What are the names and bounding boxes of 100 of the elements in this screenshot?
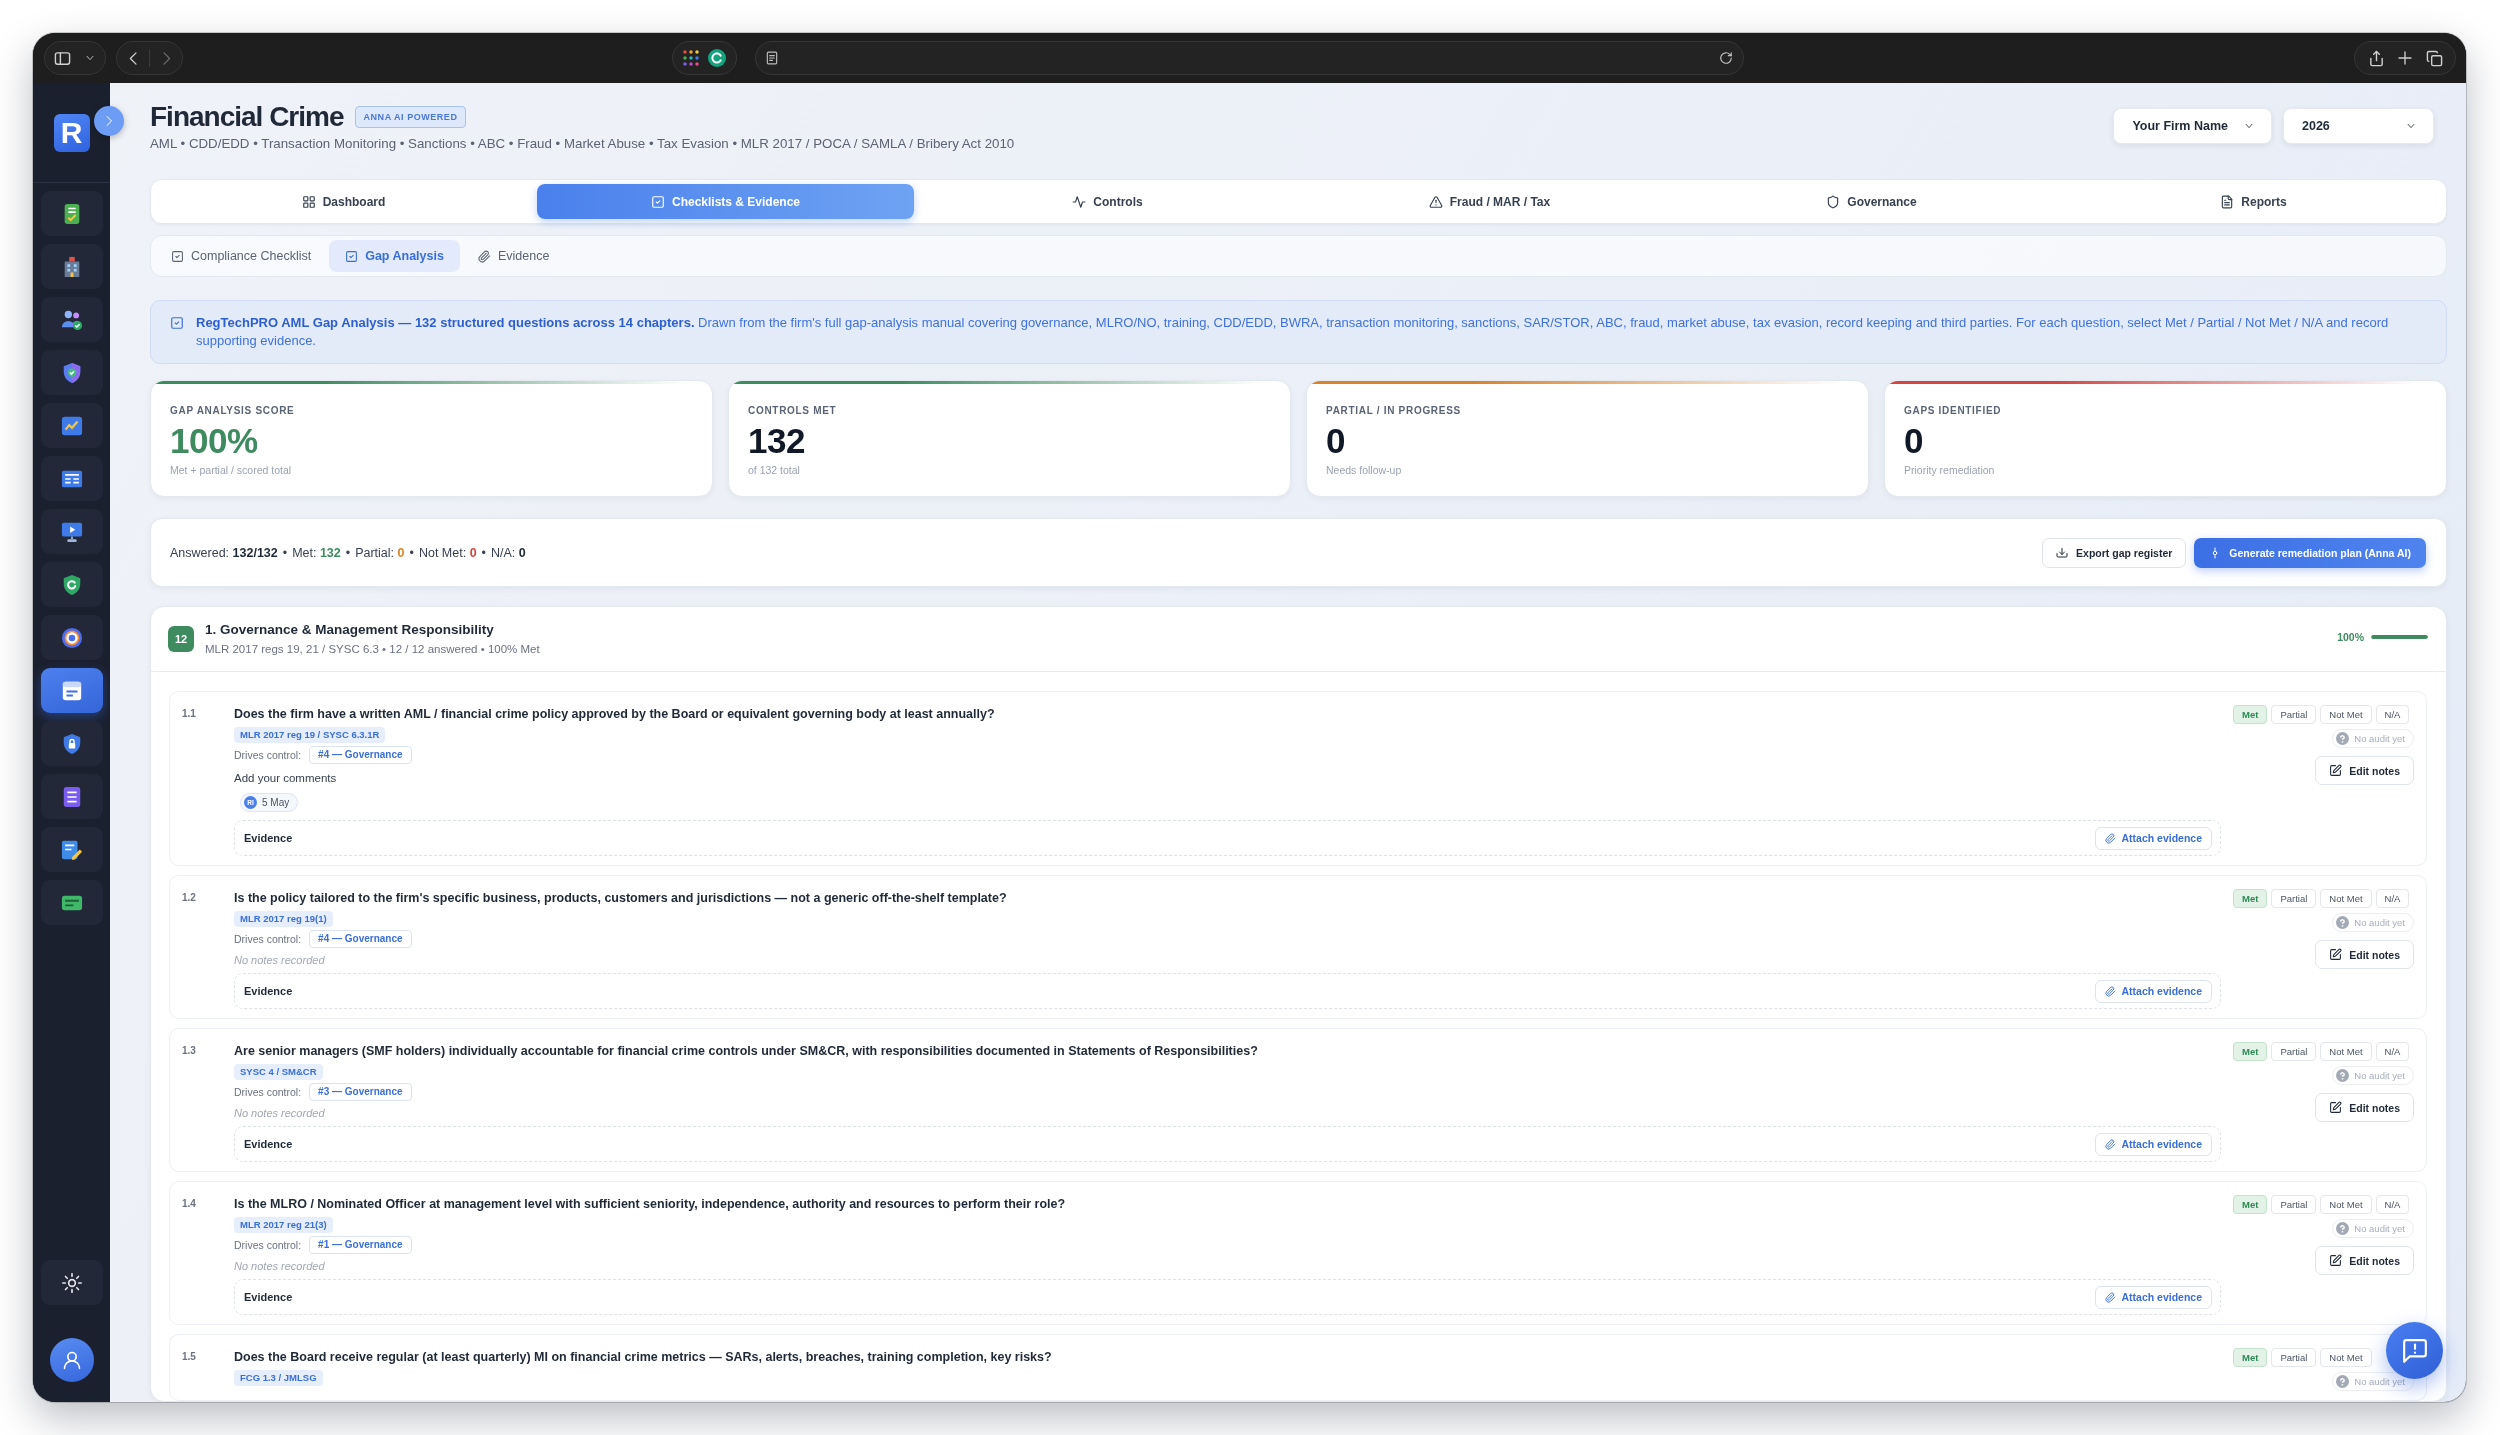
- comments-label[interactable]: Add your comments: [234, 770, 337, 787]
- control-tag[interactable]: #1 — Governance: [309, 1236, 412, 1254]
- app-grid-icon[interactable]: [682, 50, 699, 66]
- no-notes-text: No notes recorded: [234, 1106, 325, 1121]
- sidebar-item[interactable]: [40, 880, 103, 925]
- status-option[interactable]: N/A: [2375, 705, 2410, 724]
- attach-evidence-button[interactable]: Attach evidence: [2095, 979, 2212, 1003]
- status-option[interactable]: Met: [2233, 1348, 2268, 1367]
- chapter-count-badge: 12: [168, 626, 194, 652]
- no-notes-text: No notes recorded: [234, 953, 325, 968]
- app-logo[interactable]: R: [53, 114, 90, 152]
- no-notes-text: No notes recorded: [234, 1259, 325, 1274]
- stat-label: GAP ANALYSIS SCORE: [170, 404, 296, 418]
- form-icon: [60, 679, 83, 702]
- question-number: 1.5: [182, 1350, 197, 1364]
- plus-icon[interactable]: [2397, 50, 2413, 66]
- paperclip-icon: [2105, 1291, 2117, 1303]
- nav-tab[interactable]: Fraud / MAR / Tax: [1301, 184, 1678, 219]
- shield-icon: [1826, 194, 1841, 209]
- sidebar-item[interactable]: [40, 668, 103, 713]
- edit-notes-button[interactable]: Edit notes: [2315, 940, 2414, 969]
- chevron-down-icon[interactable]: [85, 53, 95, 63]
- audit-status: No audit yet: [2354, 1223, 2405, 1234]
- status-option[interactable]: N/A: [2375, 1195, 2410, 1214]
- audit-status: No audit yet: [2354, 1376, 2405, 1387]
- nav-tab[interactable]: Governance: [1683, 184, 2060, 219]
- status-option[interactable]: Met: [2233, 1195, 2268, 1214]
- status-option[interactable]: Not Met: [2320, 1042, 2372, 1061]
- help-icon: [2336, 916, 2350, 929]
- status-option[interactable]: Partial: [2271, 1195, 2317, 1214]
- nav-tab[interactable]: Dashboard: [155, 184, 532, 219]
- status-option[interactable]: Partial: [2271, 889, 2317, 908]
- status-option[interactable]: Not Met: [2320, 705, 2372, 724]
- checkbox-icon: [171, 249, 184, 263]
- action-button[interactable]: Generate remediation plan (Anna AI): [2194, 537, 2426, 568]
- sidebar-item[interactable]: [40, 562, 103, 607]
- user-icon: [61, 1350, 82, 1370]
- edit-notes-button[interactable]: Edit notes: [2315, 1093, 2414, 1122]
- theme-toggle-button[interactable]: [40, 1260, 103, 1305]
- status-option[interactable]: Partial: [2271, 1348, 2317, 1367]
- sidebar-item[interactable]: [40, 615, 103, 660]
- ring-logo-icon[interactable]: [708, 49, 727, 67]
- stat-value: 100%: [170, 421, 259, 461]
- monitor-icon: [60, 520, 83, 543]
- question-text: Does the Board receive regular (at least quarterly) MI on financial crime metrics — SARs, alerts, breaches, training completion, key risks?: [234, 1349, 1052, 1366]
- status-option[interactable]: Met: [2233, 705, 2268, 724]
- summary-text: Answered: 132/132 • Met: 132 • Partial: 0 • Not Met: 0 • N/A: 0: [170, 545, 526, 560]
- status-option[interactable]: Not Met: [2320, 1195, 2372, 1214]
- control-tag[interactable]: #4 — Governance: [309, 746, 412, 764]
- reader-icon[interactable]: [765, 51, 779, 65]
- stat-note: Priority remediation: [1904, 463, 1996, 478]
- share-icon[interactable]: [2367, 49, 2385, 67]
- status-option[interactable]: Met: [2233, 1042, 2268, 1061]
- control-tag[interactable]: #3 — Governance: [309, 1083, 412, 1101]
- nav-tab[interactable]: Reports: [2065, 184, 2442, 219]
- edit-notes-button[interactable]: Edit notes: [2315, 1246, 2414, 1275]
- sidebar-item[interactable]: [40, 191, 103, 236]
- control-tag[interactable]: #4 — Governance: [309, 930, 412, 948]
- stat-note: of 132 total: [748, 463, 801, 478]
- stat-value: 0: [1326, 421, 1346, 461]
- dropdown[interactable]: 2026: [2283, 108, 2434, 144]
- stat-note: Met + partial / scored total: [170, 463, 293, 478]
- nav-tab[interactable]: Controls: [919, 184, 1296, 219]
- question-number: 1.1: [182, 707, 197, 721]
- sub-tab[interactable]: Gap Analysis: [329, 240, 460, 272]
- sub-tab[interactable]: Evidence: [461, 240, 566, 272]
- sidebar-item[interactable]: [40, 721, 103, 766]
- status-option[interactable]: Partial: [2271, 1042, 2317, 1061]
- edit-icon: [2329, 764, 2343, 777]
- attach-evidence-button[interactable]: Attach evidence: [2095, 1285, 2212, 1309]
- paperclip-icon: [2105, 1138, 2117, 1150]
- chapter-title: 1. Governance & Management Responsibility: [205, 621, 495, 639]
- sidebar-icon[interactable]: [54, 49, 71, 67]
- status-option[interactable]: N/A: [2375, 889, 2410, 908]
- status-option[interactable]: N/A: [2375, 1042, 2410, 1061]
- action-button[interactable]: Export gap register: [2042, 537, 2187, 568]
- sub-tab[interactable]: Compliance Checklist: [155, 240, 328, 272]
- dropdown[interactable]: Your Firm Name: [2113, 108, 2272, 144]
- sidebar-item[interactable]: [40, 774, 103, 819]
- status-option[interactable]: Met: [2233, 889, 2268, 908]
- user-avatar-button[interactable]: [49, 1338, 94, 1382]
- evidence-label: Evidence: [244, 832, 293, 844]
- sidebar-item[interactable]: [40, 297, 103, 342]
- attach-evidence-button[interactable]: Attach evidence: [2095, 826, 2212, 850]
- document-icon: [2220, 194, 2235, 209]
- status-option[interactable]: Not Met: [2320, 889, 2372, 908]
- sidebar-item[interactable]: [40, 827, 103, 872]
- tabs-icon[interactable]: [2425, 49, 2443, 67]
- chapter-meta: MLR 2017 regs 19, 21 / SYSC 6.3 • 12 / 12 answered • 100% Met: [205, 642, 541, 657]
- message-alert-icon: [2401, 1337, 2428, 1364]
- status-option[interactable]: Not Met: [2320, 1348, 2372, 1367]
- sidebar-item[interactable]: [40, 456, 103, 501]
- pulse-icon: [1072, 194, 1087, 209]
- edit-notes-button[interactable]: Edit notes: [2315, 756, 2414, 785]
- help-icon: [2336, 1222, 2350, 1235]
- control-label: Drives control:: [234, 1239, 302, 1251]
- status-option[interactable]: Partial: [2271, 705, 2317, 724]
- reload-icon[interactable]: [1719, 51, 1733, 65]
- stat-value: 132: [748, 421, 806, 461]
- attach-evidence-button[interactable]: Attach evidence: [2095, 1132, 2212, 1156]
